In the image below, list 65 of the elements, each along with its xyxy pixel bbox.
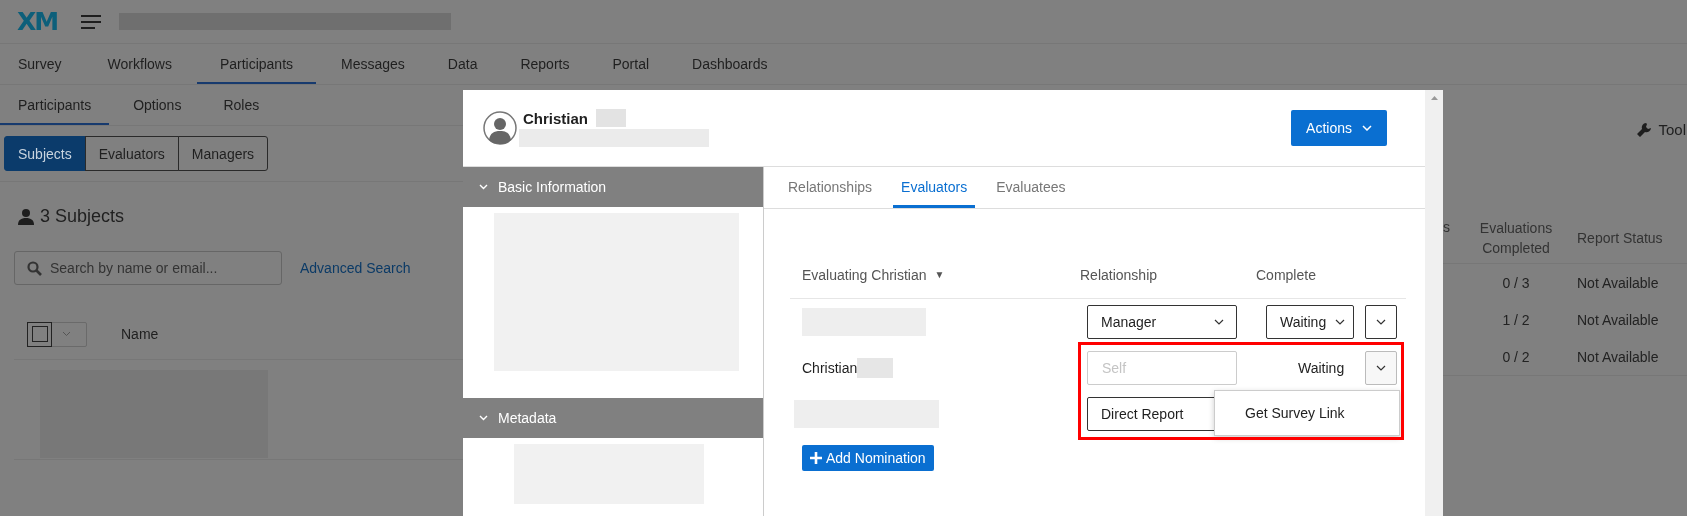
row-menu-button[interactable]	[1365, 305, 1397, 339]
nav-tab[interactable]: Dashboards	[674, 44, 786, 84]
advanced-search-link[interactable]: Advanced Search	[300, 260, 411, 276]
column-header: Complete	[1256, 266, 1316, 283]
menu-icon[interactable]	[81, 14, 102, 29]
redacted-block	[596, 109, 626, 127]
tools-label[interactable]: Tool	[1658, 121, 1686, 138]
section-header[interactable]: Basic Information	[463, 167, 763, 207]
chevron-icon	[62, 331, 71, 337]
tab[interactable]: Evaluators	[893, 167, 976, 208]
column-header[interactable]: Evaluating Christian	[802, 266, 927, 283]
nav-tab[interactable]: Data	[429, 44, 496, 84]
search-field[interactable]: Search by name or email...	[14, 251, 282, 285]
chevron-icon	[1214, 319, 1224, 325]
column-header: Evaluations Completed	[1478, 219, 1554, 258]
nav-tab[interactable]: Portal	[594, 44, 668, 84]
plus-icon	[810, 452, 822, 464]
table-cell-text: 0 / 2	[1501, 347, 1531, 367]
nav-tab[interactable]: Participants	[196, 44, 317, 84]
tab[interactable]: Relationships	[780, 167, 881, 208]
search-icon	[27, 261, 42, 276]
status-select[interactable]: Waiting	[1266, 305, 1354, 339]
nav-tab[interactable]: Reports	[502, 44, 588, 84]
subjects-heading: 3 Subjects	[40, 206, 125, 227]
redacted-block	[857, 358, 894, 378]
status-text: Waiting	[1298, 360, 1345, 376]
chevron-icon	[1335, 319, 1345, 325]
relationship-select[interactable]: Manager	[1087, 305, 1237, 339]
evaluator-name: Christian	[802, 360, 858, 376]
avatar-icon	[483, 111, 517, 145]
nav-tab[interactable]: Survey	[0, 44, 80, 84]
table-cell-text: 0 / 3	[1501, 273, 1531, 293]
nav-tab[interactable]: Messages	[323, 44, 423, 84]
chevron-icon	[479, 415, 488, 421]
person-icon	[18, 208, 34, 225]
chevron-icon	[479, 184, 488, 190]
scroll-up-icon[interactable]	[1430, 96, 1438, 100]
scrollbar[interactable]	[1425, 90, 1443, 516]
table-cell-text: Not Available	[1576, 311, 1660, 328]
sub-tab[interactable]: Roles	[205, 85, 278, 125]
select-all-checkbox[interactable]	[27, 321, 87, 347]
menu-item[interactable]: Get Survey Link	[1245, 405, 1345, 421]
chevron-icon	[1362, 125, 1372, 131]
column-header: Report Status	[1576, 230, 1664, 246]
chevron-icon	[1376, 365, 1386, 371]
segment-button[interactable]: Subjects	[4, 136, 86, 171]
table-cell-text: Not Available	[1576, 348, 1660, 365]
column-header[interactable]: Name	[121, 326, 159, 342]
segment-button[interactable]: Evaluators	[84, 136, 179, 171]
actions-button[interactable]: Actions	[1291, 110, 1387, 146]
nav-tab[interactable]: Workflows	[89, 44, 190, 84]
add-nomination-button[interactable]: Add Nomination	[802, 445, 934, 471]
column-header: Relationship	[1080, 266, 1158, 283]
person-name: Christian	[523, 109, 588, 127]
tab[interactable]: Evaluatees	[988, 167, 1074, 208]
sort-indicator[interactable]: ▼	[934, 269, 945, 280]
chevron-icon	[1376, 319, 1386, 325]
column-header: s	[1443, 219, 1451, 235]
sub-tab[interactable]: Participants	[0, 85, 110, 125]
section-header[interactable]: Metadata	[463, 398, 763, 438]
wrench-icon[interactable]	[1636, 121, 1653, 138]
segment-button[interactable]: Managers	[177, 136, 269, 171]
sub-tab[interactable]: Options	[115, 85, 200, 125]
table-cell-text: 1 / 2	[1501, 310, 1531, 330]
table-cell-text: Not Available	[1576, 274, 1660, 291]
